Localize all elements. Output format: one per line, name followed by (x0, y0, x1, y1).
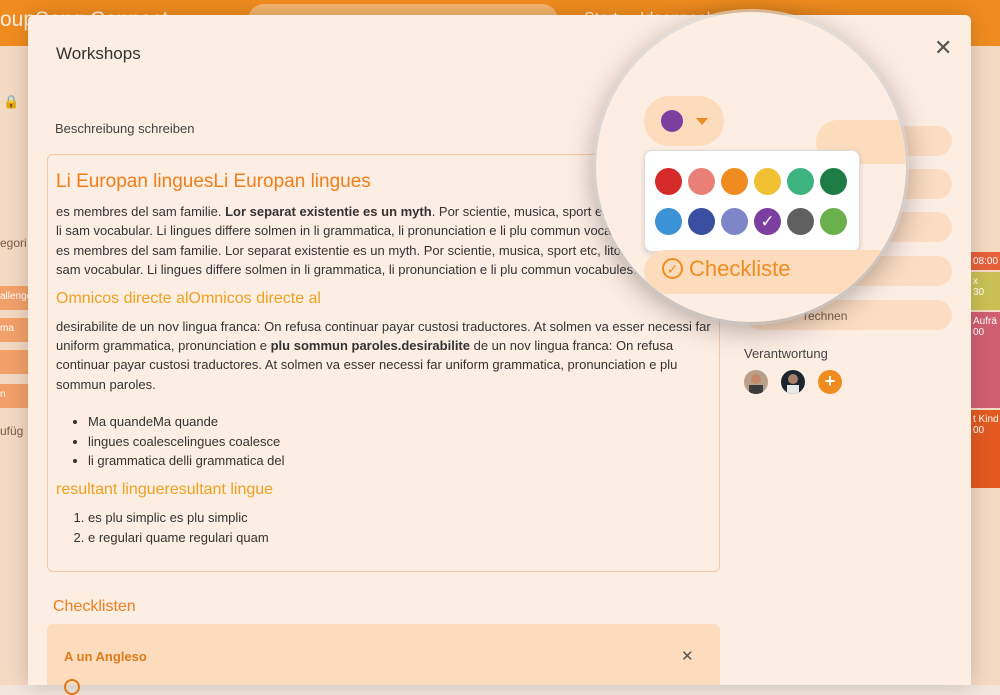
close-icon[interactable]: ✕ (934, 35, 952, 61)
editor-subheading: resultant lingueresultant lingue (56, 481, 274, 499)
checkbox-circle[interactable] (64, 679, 80, 695)
calendar-event[interactable]: t Kind 00 (971, 410, 1000, 488)
list-item: e regulari quame regulari quam (88, 528, 711, 548)
list-item: es plu simplic es plu simplic (88, 508, 711, 528)
chevron-down-icon (696, 118, 708, 125)
color-swatch[interactable] (754, 168, 781, 195)
color-swatch[interactable] (721, 168, 748, 195)
calendar-event[interactable]: 08:00 (971, 252, 1000, 270)
list-item: li grammatica delli grammatica del (88, 451, 711, 471)
bullet-list: Ma quandeMa quande lingues coalescelingu… (88, 412, 711, 471)
check-circle-icon: ✓ (662, 258, 683, 279)
sidebar-pill[interactable]: ma (0, 318, 30, 342)
sidebar-fragment: egori (0, 236, 27, 250)
checklist-name[interactable]: A un Angleso (64, 649, 147, 664)
editor-subheading: Omnicos directe alOmnicos directe al (56, 289, 321, 307)
side-fragment: rechnen (804, 309, 848, 323)
sidebar-pill[interactable]: allenge (0, 286, 30, 310)
modal-title: Workshops (56, 44, 141, 63)
calendar-event[interactable]: x 30 (971, 272, 1000, 310)
color-swatch[interactable] (688, 208, 715, 235)
close-icon[interactable]: ✕ (681, 647, 694, 665)
color-swatch-selected[interactable]: ✓ (754, 208, 781, 235)
avatar[interactable] (781, 370, 805, 394)
list-item: lingues coalescelingues coalesce (88, 432, 711, 452)
plus-icon[interactable]: + (818, 370, 842, 394)
sidebar-pill[interactable]: n (0, 384, 30, 408)
responsibility-label: Verantwortung (744, 346, 828, 361)
sidebar-pill[interactable] (0, 350, 30, 374)
app-sidebar: 🔒 egori allenge ma n ufüg (0, 46, 30, 685)
calendar-event[interactable]: Aufrä 00 (971, 312, 1000, 408)
avatar[interactable] (744, 370, 768, 394)
numbered-list: es plu simplic es plu simplic e regulari… (88, 508, 711, 547)
color-swatch[interactable] (688, 168, 715, 195)
lock-icon: 🔒 (3, 94, 20, 109)
color-swatch[interactable] (655, 208, 682, 235)
selected-color-dot (661, 110, 683, 132)
checklist-option[interactable]: ✓ Checkliste (662, 256, 790, 282)
description-label: Beschreibung schreiben (55, 121, 195, 136)
sidebar-fragment: ufüg (0, 424, 24, 438)
color-swatch[interactable] (820, 168, 847, 195)
list-item: Ma quandeMa quande (88, 412, 711, 432)
checklist-card: A un Angleso ✕ (47, 624, 720, 695)
editor-paragraph: desirabilite de un nov lingua franca: On… (56, 318, 711, 392)
color-swatch[interactable] (787, 208, 814, 235)
color-swatch[interactable] (721, 208, 748, 235)
color-palette: ✓ (644, 150, 860, 252)
color-swatch[interactable] (820, 208, 847, 235)
color-picker-magnifier: ✓ ✓ Checkliste (596, 12, 906, 322)
checklist-label: Checkliste (689, 256, 791, 281)
color-swatch[interactable] (787, 168, 814, 195)
color-picker-button[interactable] (644, 96, 724, 146)
checklists-title: Checklisten (53, 598, 136, 615)
color-swatch[interactable] (655, 168, 682, 195)
